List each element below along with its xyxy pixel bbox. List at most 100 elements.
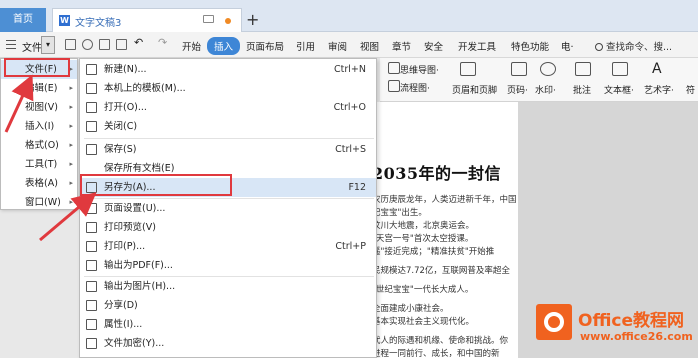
tab-chapter[interactable]: 章节 [392,39,411,53]
menu-separator [84,138,374,139]
menu-item-label: 格式(O) [25,140,59,151]
menu-item-edit[interactable]: 编辑(E) ▸ [1,79,77,98]
tab-view[interactable]: 视图 [360,39,379,53]
textbox-icon [612,62,628,76]
highlight-box-save-as [80,174,232,196]
pdf-icon [86,260,97,271]
menu-item-label: 属性(I)... [104,319,143,330]
menu-bar: 文件 ▾ ↶ ↷ 开始 插入 页面布局 引用 审阅 视图 章节 安全 开发工具 … [0,32,698,58]
print-icon[interactable] [99,39,110,50]
ribbon-header-footer[interactable]: 页眉和页脚 [452,83,497,96]
shortcut-label: F12 [348,182,366,193]
watermark: Office教程网 www.office26.com [530,296,698,358]
document-tab[interactable]: W 文字文稿3 [52,8,242,32]
document-line: "天宫一号"首次太空授课。 [372,234,474,244]
new-tab-button[interactable]: + [246,8,259,32]
tab-security[interactable]: 安全 [424,39,443,53]
menu-item-save[interactable]: 保存(S) Ctrl+S [80,140,376,159]
format-painter-icon[interactable] [82,39,93,50]
chevron-right-icon: ▸ [69,84,73,92]
shortcut-label: Ctrl+P [335,241,366,252]
watermark-title: Office教程网 [578,311,685,331]
menu-item-export-pdf[interactable]: 输出为PDF(F)... [80,256,376,275]
menu-item-export-image[interactable]: 输出为图片(H)... [80,277,376,296]
document-heading: 2035年的一封信 [372,164,502,183]
menu-item-label: 分享(D) [104,300,138,311]
folder-open-icon [86,102,97,113]
menu-item-local-template[interactable]: 本机上的模板(M)... [80,79,376,98]
menu-item-label: 输出为图片(H)... [104,281,176,292]
writer-doc-icon: W [59,15,70,26]
tab-start[interactable]: 开始 [182,39,201,53]
menu-item-label: 页面设置(U)... [104,203,166,214]
ribbon-page-number[interactable]: 页码· [507,83,528,96]
menu-item-close[interactable]: 关闭(C) [80,117,376,136]
ribbon-comment[interactable]: 批注 [573,83,591,96]
ribbon-flowchart[interactable]: 流程图· [400,81,430,94]
menu-item-new[interactable]: 新建(N)... Ctrl+N [80,60,376,79]
menu-item-label: 编辑(E) [25,83,58,94]
chevron-right-icon: ▸ [69,198,73,206]
file-menu-button[interactable]: 文件 [22,39,42,54]
flowchart-icon [388,80,400,92]
ribbon-mindmap[interactable]: 思维导图· [400,63,439,76]
menu-item-print[interactable]: 打印(P)... Ctrl+P [80,237,376,256]
save-icon[interactable] [65,39,76,50]
watermark-url: www.office26.com [580,330,693,343]
new-file-icon [86,64,97,75]
hamburger-icon[interactable] [6,40,16,49]
tab-developer[interactable]: 开发工具 [458,39,496,53]
file-menu-dropdown-button[interactable]: ▾ [41,36,55,54]
page-setup-icon [86,203,97,214]
menu-item-print-preview[interactable]: 打印预览(V) [80,218,376,237]
ribbon-textbox[interactable]: 文本框· [604,83,634,96]
printer-icon [86,241,97,252]
chevron-right-icon: ▸ [69,122,73,130]
properties-icon [86,319,97,330]
tab-more[interactable]: 电· [561,39,574,53]
menu-item-insert[interactable]: 插入(I) ▸ [1,117,77,136]
menu-item-encrypt[interactable]: 文件加密(Y)... [80,334,376,353]
menu-item-table[interactable]: 表格(A) ▸ [1,174,77,193]
tab-review[interactable]: 审阅 [328,39,347,53]
menu-item-open[interactable]: 打开(O)... Ctrl+O [80,98,376,117]
document-line: 遥"接近完成；"精准扶贫"开始推 [372,247,495,257]
save-icon [86,144,97,155]
tab-page-layout[interactable]: 页面布局 [246,39,284,53]
chevron-right-icon: ▸ [69,65,73,73]
share-icon [86,300,97,311]
home-tab[interactable]: 首页 [0,8,46,32]
close-file-icon [86,121,97,132]
menu-item-label: 保存(S) [104,144,137,155]
ribbon-wordart[interactable]: 艺术字· [644,83,674,96]
menu-item-tools[interactable]: 工具(T) ▸ [1,155,77,174]
file-submenu: 新建(N)... Ctrl+N 本机上的模板(M)... 打开(O)... Ctrl… [79,58,377,358]
ribbon-symbol[interactable]: 符 [686,83,695,96]
print-preview-icon[interactable] [116,39,127,50]
tab-reference[interactable]: 引用 [296,39,315,53]
chevron-right-icon: ▸ [69,179,73,187]
menu-item-page-setup[interactable]: 页面设置(U)... [80,199,376,218]
ribbon-watermark[interactable]: 水印· [535,83,556,96]
page-number-icon [511,62,527,76]
document-line: 全面建成小康社会。 [372,304,449,314]
file-dropdown-menu: 文件(F) ▸ 编辑(E) ▸ 视图(V) ▸ 插入(I) ▸ 格式(O) ▸ 工具(T)… [0,58,78,210]
undo-icon[interactable]: ↶ [134,36,145,49]
menu-item-window[interactable]: 窗口(W) ▸ [1,193,77,212]
menu-item-view[interactable]: 视图(V) ▸ [1,98,77,117]
document-line: 进程一同前行、成长，和中国的新 [372,349,500,358]
tab-features[interactable]: 特色功能 [511,39,549,53]
redo-icon[interactable]: ↷ [158,36,169,49]
tab-insert[interactable]: 插入 [207,37,241,55]
image-icon [86,281,97,292]
menu-item-share[interactable]: 分享(D) [80,296,376,315]
document-line: 民规模达7.72亿，互联网普及率超全 [372,266,510,276]
menu-item-properties[interactable]: 属性(I)... [80,315,376,334]
header-footer-icon [460,62,476,76]
template-icon [86,83,97,94]
command-search[interactable]: 查找命令、搜... [595,39,672,53]
menu-item-format[interactable]: 格式(O) ▸ [1,136,77,155]
command-search-placeholder: 查找命令、搜... [606,42,673,53]
monitor-icon[interactable] [203,15,214,23]
menu-item-label: 本机上的模板(M)... [104,83,186,94]
